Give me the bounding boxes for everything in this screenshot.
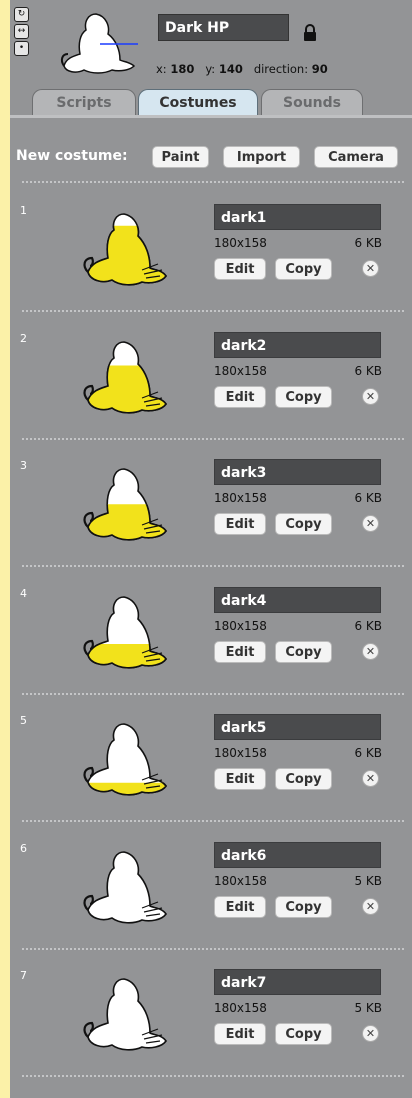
costume-item[interactable]: 6 dark6 180x158 5 KB Edit Copy ✕ bbox=[10, 842, 412, 970]
import-button[interactable]: Import bbox=[223, 146, 300, 168]
tab-sounds[interactable]: Sounds bbox=[261, 89, 363, 115]
costume-thumbnail[interactable] bbox=[72, 587, 172, 683]
sprite-coordinates: x: 180 y: 140 direction: 90 bbox=[156, 62, 328, 76]
delete-costume-icon[interactable]: ✕ bbox=[362, 260, 379, 277]
copy-costume-button[interactable]: Copy bbox=[275, 386, 332, 408]
divider bbox=[22, 693, 404, 695]
costume-dimensions: 180x158 bbox=[214, 746, 267, 760]
costume-dimensions: 180x158 bbox=[214, 1001, 267, 1015]
y-value: 140 bbox=[218, 62, 243, 76]
delete-costume-icon[interactable]: ✕ bbox=[362, 898, 379, 915]
direction-label: direction: bbox=[253, 62, 309, 76]
x-label: x: bbox=[156, 62, 167, 76]
edit-costume-button[interactable]: Edit bbox=[214, 896, 266, 918]
edit-costume-button[interactable]: Edit bbox=[214, 258, 266, 280]
divider bbox=[22, 948, 404, 950]
costume-dimensions: 180x158 bbox=[214, 874, 267, 888]
costume-number: 2 bbox=[20, 332, 27, 345]
costume-thumbnail[interactable] bbox=[72, 842, 172, 938]
costume-name-field[interactable]: dark7 bbox=[214, 969, 381, 995]
costume-number: 6 bbox=[20, 842, 27, 855]
copy-costume-button[interactable]: Copy bbox=[275, 896, 332, 918]
costume-file-size: 5 KB bbox=[354, 1001, 382, 1015]
new-costume-label: New costume: bbox=[16, 148, 128, 164]
tab-costumes[interactable]: Costumes bbox=[138, 89, 258, 115]
direction-value: 90 bbox=[311, 62, 328, 76]
costume-name-field[interactable]: dark4 bbox=[214, 587, 381, 613]
sprite-name-field[interactable]: Dark HP bbox=[158, 14, 289, 41]
costume-item[interactable]: 7 dark7 180x158 5 KB Edit Copy ✕ bbox=[10, 969, 412, 1097]
delete-costume-icon[interactable]: ✕ bbox=[362, 770, 379, 787]
costume-name-field[interactable]: dark2 bbox=[214, 332, 381, 358]
costume-file-size: 6 KB bbox=[354, 236, 382, 250]
costume-item[interactable]: 3 dark3 180x158 6 KB Edit Copy ✕ bbox=[10, 459, 412, 587]
tab-divider bbox=[10, 115, 412, 118]
edit-costume-button[interactable]: Edit bbox=[214, 768, 266, 790]
divider bbox=[22, 310, 404, 312]
copy-costume-button[interactable]: Copy bbox=[275, 768, 332, 790]
divider bbox=[22, 438, 404, 440]
copy-costume-button[interactable]: Copy bbox=[275, 513, 332, 535]
edit-costume-button[interactable]: Edit bbox=[214, 386, 266, 408]
costume-dimensions: 180x158 bbox=[214, 491, 267, 505]
costume-file-size: 6 KB bbox=[354, 364, 382, 378]
costume-item[interactable]: 2 dark2 180x158 6 KB Edit Copy ✕ bbox=[10, 332, 412, 460]
tab-scripts[interactable]: Scripts bbox=[32, 89, 136, 115]
costume-name-field[interactable]: dark5 bbox=[214, 714, 381, 740]
costume-thumbnail[interactable] bbox=[72, 204, 172, 300]
no-rotate-style-button[interactable]: • bbox=[14, 41, 29, 56]
paint-button[interactable]: Paint bbox=[152, 146, 209, 168]
delete-costume-icon[interactable]: ✕ bbox=[362, 388, 379, 405]
divider bbox=[22, 820, 404, 822]
costume-name-field[interactable]: dark6 bbox=[214, 842, 381, 868]
copy-costume-button[interactable]: Copy bbox=[275, 258, 332, 280]
copy-costume-button[interactable]: Copy bbox=[275, 1023, 332, 1045]
rotate-style-button[interactable]: ↻ bbox=[14, 7, 29, 22]
x-value: 180 bbox=[170, 62, 195, 76]
costume-file-size: 5 KB bbox=[354, 874, 382, 888]
costume-thumbnail[interactable] bbox=[72, 332, 172, 428]
new-costume-row: New costume: Paint Import Camera bbox=[10, 146, 412, 176]
divider bbox=[22, 181, 404, 183]
costume-thumbnail[interactable] bbox=[72, 459, 172, 555]
costume-name-field[interactable]: dark3 bbox=[214, 459, 381, 485]
sprite-header: ↻ ↔ • Dark HP x: 180 y: 140 direction: 9… bbox=[10, 0, 412, 115]
costume-item[interactable]: 4 dark4 180x158 6 KB Edit Copy ✕ bbox=[10, 587, 412, 715]
costume-thumbnail[interactable] bbox=[72, 714, 172, 810]
costume-number: 4 bbox=[20, 587, 27, 600]
costume-number: 1 bbox=[20, 204, 27, 217]
edit-costume-button[interactable]: Edit bbox=[214, 513, 266, 535]
delete-costume-icon[interactable]: ✕ bbox=[362, 515, 379, 532]
costume-dimensions: 180x158 bbox=[214, 619, 267, 633]
costume-file-size: 6 KB bbox=[354, 619, 382, 633]
costume-item[interactable]: 1 dark1 180x158 6 KB Edit Copy ✕ bbox=[10, 204, 412, 332]
costume-dimensions: 180x158 bbox=[214, 364, 267, 378]
edit-costume-button[interactable]: Edit bbox=[214, 641, 266, 663]
lock-icon[interactable] bbox=[303, 24, 317, 42]
y-label: y: bbox=[205, 62, 216, 76]
sprite-panel: ↻ ↔ • Dark HP x: 180 y: 140 direction: 9… bbox=[10, 0, 412, 1098]
divider bbox=[22, 565, 404, 567]
costume-number: 7 bbox=[20, 969, 27, 982]
costume-file-size: 6 KB bbox=[354, 746, 382, 760]
delete-costume-icon[interactable]: ✕ bbox=[362, 1025, 379, 1042]
costume-number: 3 bbox=[20, 459, 27, 472]
delete-costume-icon[interactable]: ✕ bbox=[362, 643, 379, 660]
costume-item[interactable]: 5 dark5 180x158 6 KB Edit Copy ✕ bbox=[10, 714, 412, 842]
flip-style-button[interactable]: ↔ bbox=[14, 24, 29, 39]
copy-costume-button[interactable]: Copy bbox=[275, 641, 332, 663]
costume-file-size: 6 KB bbox=[354, 491, 382, 505]
edit-costume-button[interactable]: Edit bbox=[214, 1023, 266, 1045]
divider bbox=[22, 1075, 404, 1077]
costume-number: 5 bbox=[20, 714, 27, 727]
costume-name-field[interactable]: dark1 bbox=[214, 204, 381, 230]
costume-dimensions: 180x158 bbox=[214, 236, 267, 250]
camera-button[interactable]: Camera bbox=[314, 146, 398, 168]
sprite-thumbnail bbox=[60, 13, 138, 74]
costume-thumbnail[interactable] bbox=[72, 969, 172, 1065]
